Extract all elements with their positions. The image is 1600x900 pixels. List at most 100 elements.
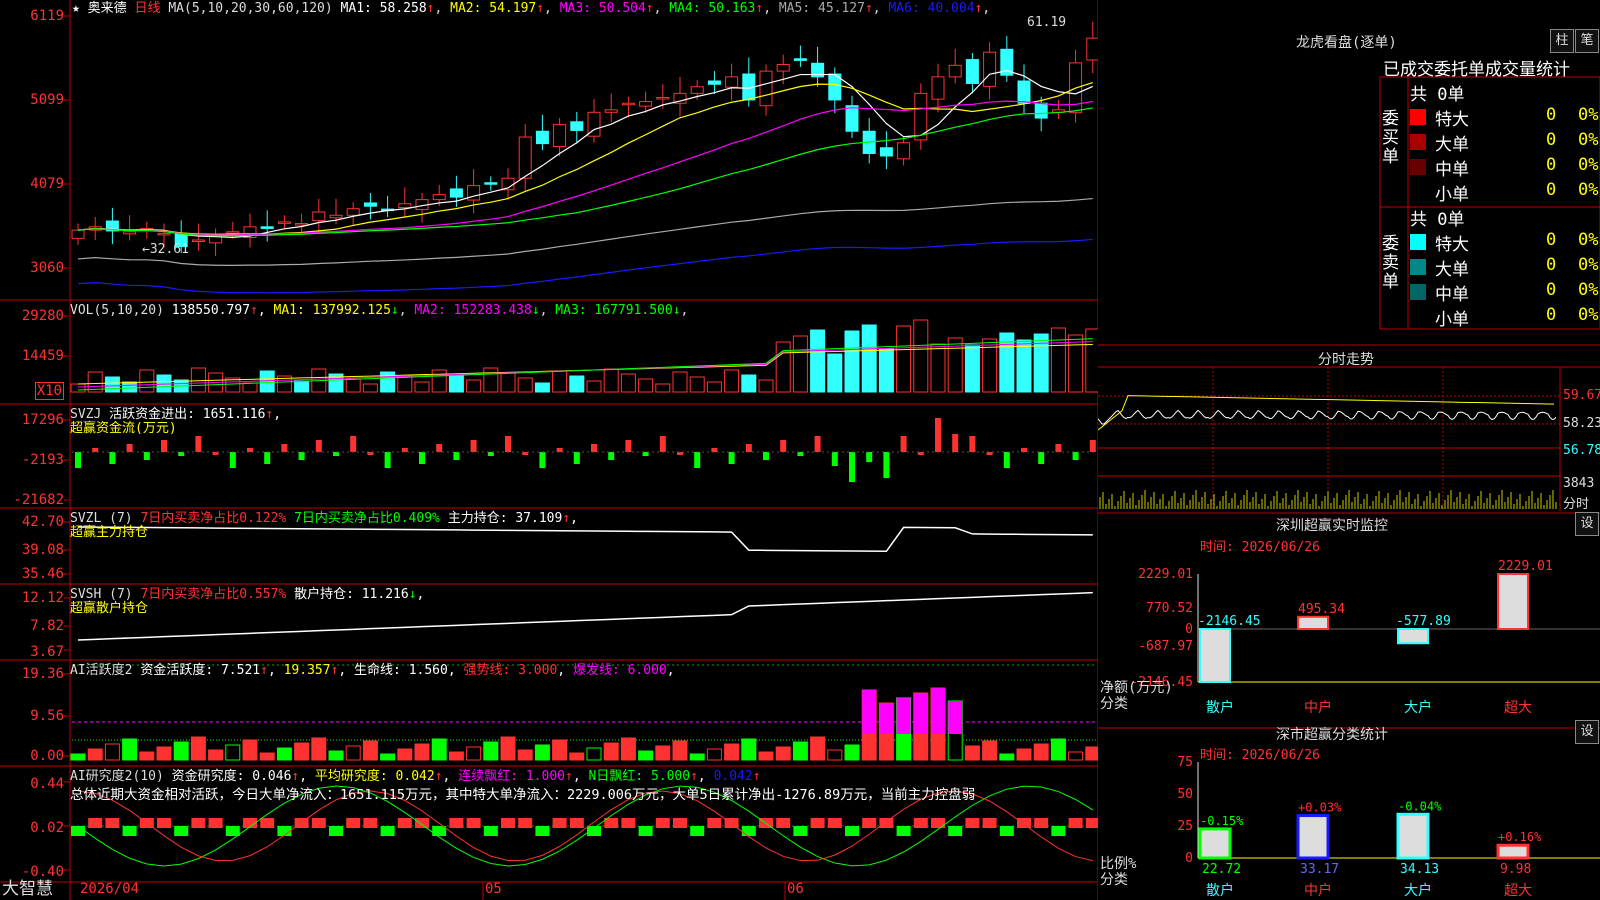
order-count: 0	[1546, 155, 1557, 175]
active-bar	[397, 748, 413, 761]
active-bar	[1016, 748, 1032, 761]
buy-group-label: 委买单	[1382, 109, 1399, 167]
vol-ma-arrow: ↓	[672, 303, 681, 318]
active-bar	[775, 746, 791, 761]
monitor-bar-label: -2146.45	[1198, 614, 1261, 629]
order-pct: 0%	[1578, 105, 1599, 125]
active-bar	[276, 747, 292, 761]
order-pct: 0%	[1578, 180, 1599, 200]
active-tick: 9.56	[30, 708, 64, 724]
monitor-title: 深圳超赢实时监控	[1276, 518, 1388, 534]
research-bar	[1034, 818, 1049, 828]
main-header: ★ 奥来德 日线 MA(5,10,20,30,60,120) MA1: 58.2…	[72, 2, 990, 16]
order-color-swatch	[1410, 234, 1426, 250]
right-bg	[1098, 0, 1600, 900]
volume-bar	[930, 343, 946, 393]
research-bar	[466, 818, 481, 828]
flow-bar	[780, 440, 787, 452]
vol-value: 138550.797	[171, 303, 251, 318]
research-bar	[896, 826, 911, 836]
volume-bar	[1050, 327, 1066, 393]
active-tick: 0.00	[30, 748, 64, 764]
research-bar	[690, 826, 705, 836]
intraday-vol-tick: 分时	[1563, 497, 1590, 512]
flow-bar	[350, 436, 357, 452]
active-t5: 爆发线: 6.000	[572, 663, 667, 678]
order-color-swatch	[1410, 184, 1426, 200]
order-name: 特大	[1435, 110, 1469, 130]
research-bar	[415, 818, 429, 828]
volume-bar	[878, 348, 894, 393]
flow-bar	[608, 452, 615, 460]
order-pct: 0%	[1578, 130, 1599, 150]
active-bar	[672, 740, 688, 761]
classify-bar	[1496, 843, 1530, 860]
active-t3: 生命线: 1.560	[354, 663, 448, 678]
active-bar	[534, 744, 550, 761]
vol-unit: X10	[34, 382, 64, 400]
candle-body	[449, 188, 463, 198]
research-bar	[449, 818, 464, 828]
active-bar	[741, 738, 757, 761]
price-tick: 3060	[30, 260, 64, 276]
candle-body	[277, 221, 291, 224]
research-bar	[397, 818, 412, 828]
active-bar	[586, 747, 602, 761]
research-bars	[71, 818, 1098, 836]
candle-body	[295, 223, 309, 226]
tab-orders[interactable]: 委托单	[1434, 60, 1485, 80]
tab-volume-stats[interactable]: 成交量统计	[1485, 60, 1570, 80]
candle-body	[398, 203, 412, 208]
price-tick: 6119	[30, 8, 64, 24]
svzl-subtitle: 超赢主力持仓	[70, 525, 149, 540]
research-bar	[174, 826, 189, 836]
monitor-tick: 770.52	[1146, 601, 1193, 616]
tab-filled[interactable]: 已成交	[1383, 60, 1434, 80]
svsh-t2: 散户持仓: 11.216	[294, 587, 409, 602]
active-bar	[173, 741, 189, 761]
candle-body	[897, 142, 911, 160]
vol-title: VOL(5,10,20)	[70, 303, 164, 318]
classify-bar	[1296, 814, 1330, 860]
vol-ma-sep: ,	[680, 303, 689, 318]
pen-mode-button[interactable]: 笔	[1575, 29, 1599, 53]
monitor-tick: 2229.01	[1138, 567, 1193, 582]
research-bar	[673, 818, 687, 828]
research-bar	[621, 818, 636, 828]
active-bar	[448, 751, 464, 761]
active-bars	[70, 687, 1098, 761]
candle-body	[570, 121, 584, 131]
flow-bar	[298, 452, 305, 460]
active-bar	[758, 751, 774, 761]
flow-bar	[556, 448, 563, 452]
research-bar	[776, 818, 791, 828]
ma-value: MA2: 54.197	[442, 1, 537, 16]
volume-bar	[741, 374, 757, 393]
star-icon[interactable]: ★	[72, 1, 80, 16]
active-bar	[999, 753, 1015, 761]
svzj-header: SVZJ 活跃资金进出: 1651.116↑, 超赢资金流(万元)	[70, 407, 282, 436]
svzl-t1: 7日内买卖净占比0.122%	[140, 511, 287, 526]
flow-bar	[935, 418, 941, 452]
flow-bar	[333, 452, 339, 456]
monitor-category: 大户	[1404, 699, 1432, 716]
svzj-value: 1651.116	[202, 407, 266, 422]
active-bar	[242, 739, 258, 761]
kline-chart-area[interactable]	[0, 0, 1098, 900]
flow-bar	[969, 436, 976, 452]
svsh-tick: 3.67	[30, 644, 64, 660]
period-label[interactable]: 日线	[135, 1, 161, 16]
active-bar	[724, 743, 740, 761]
bar-mode-button[interactable]: 柱	[1550, 29, 1574, 53]
active-bar	[139, 751, 155, 761]
research-bar	[105, 818, 120, 828]
dragon-title: 龙虎看盘(逐单)	[1296, 35, 1397, 51]
active-t1: 资金活跃度: 7.521	[140, 663, 261, 678]
classify-settings-button[interactable]: 设	[1575, 720, 1599, 744]
flow-bar	[1038, 452, 1045, 464]
intraday-title: 分时走势	[1318, 352, 1374, 368]
classify-value-label: 33.17	[1300, 862, 1339, 877]
flow-bar	[1072, 452, 1079, 460]
monitor-settings-button[interactable]: 设	[1575, 512, 1599, 536]
intraday-tick: 59.67	[1563, 388, 1600, 403]
